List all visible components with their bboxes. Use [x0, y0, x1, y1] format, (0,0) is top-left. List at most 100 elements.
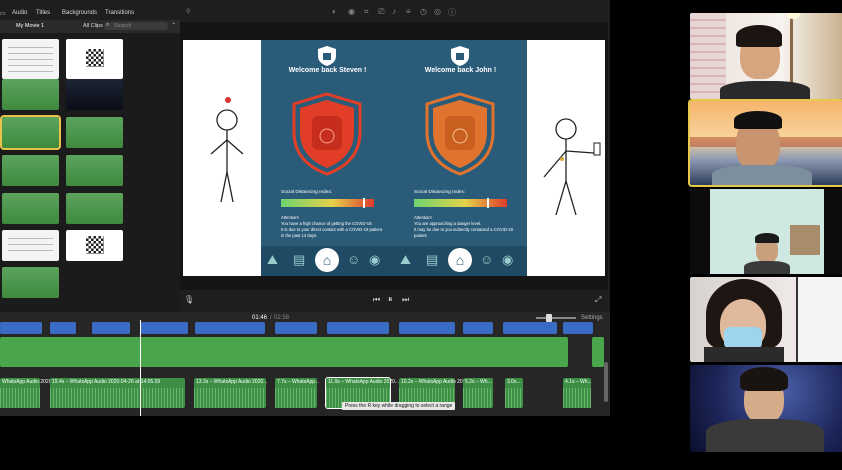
tab-transitions[interactable]: Transitions: [105, 10, 134, 16]
timeline-audio-clip[interactable]: WhatsApp Audio 2020-...: [0, 378, 57, 408]
adjustment-toolbar: ⚲ ◐ ◉ ⌗ ⎚ ♪ ≡ ◷ ◎ ⓘ: [180, 5, 610, 21]
filter-icon[interactable]: ◎: [434, 7, 441, 16]
timeline-clip-title[interactable]: [92, 322, 130, 334]
timeline-clip-title[interactable]: [399, 322, 455, 334]
speed-icon[interactable]: ◷: [420, 7, 427, 16]
search-field[interactable]: ⌕ Search: [104, 22, 168, 30]
clip-thumb-document[interactable]: [2, 39, 59, 79]
robot-icon[interactable]: ☺: [480, 252, 493, 267]
pause-button[interactable]: ⏸: [388, 294, 393, 305]
timeline-clip-title[interactable]: [563, 322, 593, 334]
equalizer-icon[interactable]: ≡: [406, 7, 411, 16]
clip-thumb-audio[interactable]: [66, 155, 123, 186]
project-name[interactable]: My Movie 1: [16, 23, 44, 29]
fullscreen-icon[interactable]: ⤢: [595, 295, 601, 305]
robot-icon[interactable]: ☺: [347, 252, 360, 267]
profile-icon[interactable]: ◉: [369, 252, 380, 268]
home-icon[interactable]: ⌂: [448, 248, 472, 272]
shield-logo-icon: [451, 46, 469, 66]
social-distancing-meter: [414, 198, 507, 208]
clip-thumb-audio[interactable]: [2, 155, 59, 186]
volume-icon[interactable]: ♪: [392, 7, 396, 16]
stick-figure-worried: [210, 97, 244, 203]
timeline-clip-title[interactable]: [50, 322, 76, 334]
timeline-scrollbar[interactable]: [604, 362, 608, 402]
meter-marker: [486, 198, 489, 208]
stabilization-icon[interactable]: ⎚: [378, 7, 384, 17]
clip-thumb-audio[interactable]: [66, 117, 123, 148]
clip-thumb-qr-code[interactable]: [66, 230, 123, 261]
timeline-clip-title[interactable]: [195, 322, 265, 334]
timeline-audio-clip[interactable]: 19.4s – WhatsApp Audio 2020-04-26 at 14.…: [50, 378, 185, 408]
skip-back-icon[interactable]: ⏮: [373, 295, 380, 305]
info-icon[interactable]: ⓘ: [448, 7, 456, 18]
color-balance-icon[interactable]: ◐: [332, 7, 337, 16]
search-input[interactable]: Search: [114, 23, 131, 29]
timeline-audio-clip[interactable]: 7.7s – WhatsApp...: [275, 378, 319, 408]
clip-thumb-audio[interactable]: [2, 79, 59, 110]
attention-note: Attention! You have a high chance of get…: [281, 215, 383, 238]
timeline-clip-title[interactable]: [140, 322, 188, 334]
timeline-audio-clip[interactable]: 13.3s – WhatsApp Audio 2020...: [194, 378, 267, 408]
news-icon[interactable]: ▤: [426, 252, 438, 268]
participant-video-3[interactable]: [690, 189, 842, 274]
bottom-nav: ⛰ ▤ ⌂ ☺ ◉: [394, 246, 527, 276]
orange-shield-hand-icon: [425, 92, 495, 176]
profile-icon[interactable]: ◉: [502, 252, 513, 268]
tab-backgrounds[interactable]: Backgrounds: [62, 10, 97, 16]
app-screen-john: Welcome back John ! Social Distancing In…: [394, 40, 527, 276]
timeline-audio-clip[interactable]: 5.2s – Wh...: [463, 378, 493, 408]
red-shield-hand-icon: [292, 92, 362, 176]
attention-note: Attention! You are approaching a danger …: [414, 215, 513, 238]
tooltip: Press the R key while dragging to select…: [342, 402, 456, 410]
timeline-audio-clip[interactable]: 3.0s...: [505, 378, 523, 408]
timeline-clip-title[interactable]: [463, 322, 493, 334]
participant-video-4[interactable]: [690, 277, 842, 362]
participant-video-5[interactable]: [690, 365, 842, 452]
timeline-audio-clip[interactable]: 4.1s – Wh...: [563, 378, 592, 408]
clip-thumb-road[interactable]: [66, 79, 123, 110]
meter-marker: [362, 198, 365, 208]
timeline-clip-title[interactable]: [327, 322, 389, 334]
skip-forward-icon[interactable]: ⏭: [402, 295, 409, 305]
timeline-video-track[interactable]: [0, 337, 568, 367]
timeline-video-track[interactable]: [592, 337, 604, 367]
playback-controls: 🎙 ⏮ ⏸ ⏭ ⤢: [180, 292, 610, 310]
bottom-nav: ⛰ ▤ ⌂ ☺ ◉: [261, 246, 394, 276]
microphone-icon[interactable]: 🎙: [184, 295, 194, 304]
clip-thumb-audio[interactable]: [66, 193, 123, 224]
social-distancing-label: Social Distancing Index:: [281, 190, 333, 195]
app-screen-steven: Welcome back Steven ! Social Distancing …: [261, 40, 394, 276]
color-correction-icon[interactable]: ◉: [348, 7, 355, 16]
clip-thumb-qr-code[interactable]: [66, 39, 123, 79]
zoom-slider[interactable]: [536, 314, 576, 322]
total-time: 02:58: [274, 315, 290, 321]
settings-button[interactable]: Settings: [581, 315, 603, 321]
timeline-clip-title[interactable]: [503, 322, 557, 334]
crop-icon[interactable]: ⌗: [364, 7, 369, 17]
playhead[interactable]: [140, 320, 141, 416]
magic-wand-icon[interactable]: ⚲: [186, 8, 190, 15]
timeline-clip-title[interactable]: [275, 322, 317, 334]
clip-thumb-audio[interactable]: [2, 193, 59, 224]
timeline-clip-title[interactable]: [0, 322, 42, 334]
news-icon[interactable]: ▤: [293, 252, 305, 268]
clip-thumb-audio-selected[interactable]: [0, 115, 61, 150]
map-icon[interactable]: ⛰: [400, 252, 411, 268]
face-mask: [724, 327, 762, 349]
zoom-slider-knob[interactable]: [546, 314, 552, 322]
participant-video-1[interactable]: [690, 13, 842, 99]
clip-thumb-audio[interactable]: [2, 267, 59, 298]
tab-titles[interactable]: Titles: [36, 10, 50, 16]
timeline: 01:46 / 02:58 Settings WhatsApp Audio 20…: [0, 312, 610, 416]
map-icon[interactable]: ⛰: [267, 252, 278, 268]
tab-audio[interactable]: Audio: [12, 10, 27, 16]
sidebar-toggle-icon[interactable]: ▭: [0, 10, 6, 17]
clip-thumb-document[interactable]: [2, 230, 59, 261]
clip-filter[interactable]: All Clips: [83, 23, 103, 29]
home-icon[interactable]: ⌂: [315, 248, 339, 272]
participant-video-2-active[interactable]: [688, 99, 842, 187]
shield-logo-icon: [318, 46, 336, 66]
history-icon[interactable]: ◔: [171, 21, 175, 28]
clip-browser: [0, 33, 180, 313]
